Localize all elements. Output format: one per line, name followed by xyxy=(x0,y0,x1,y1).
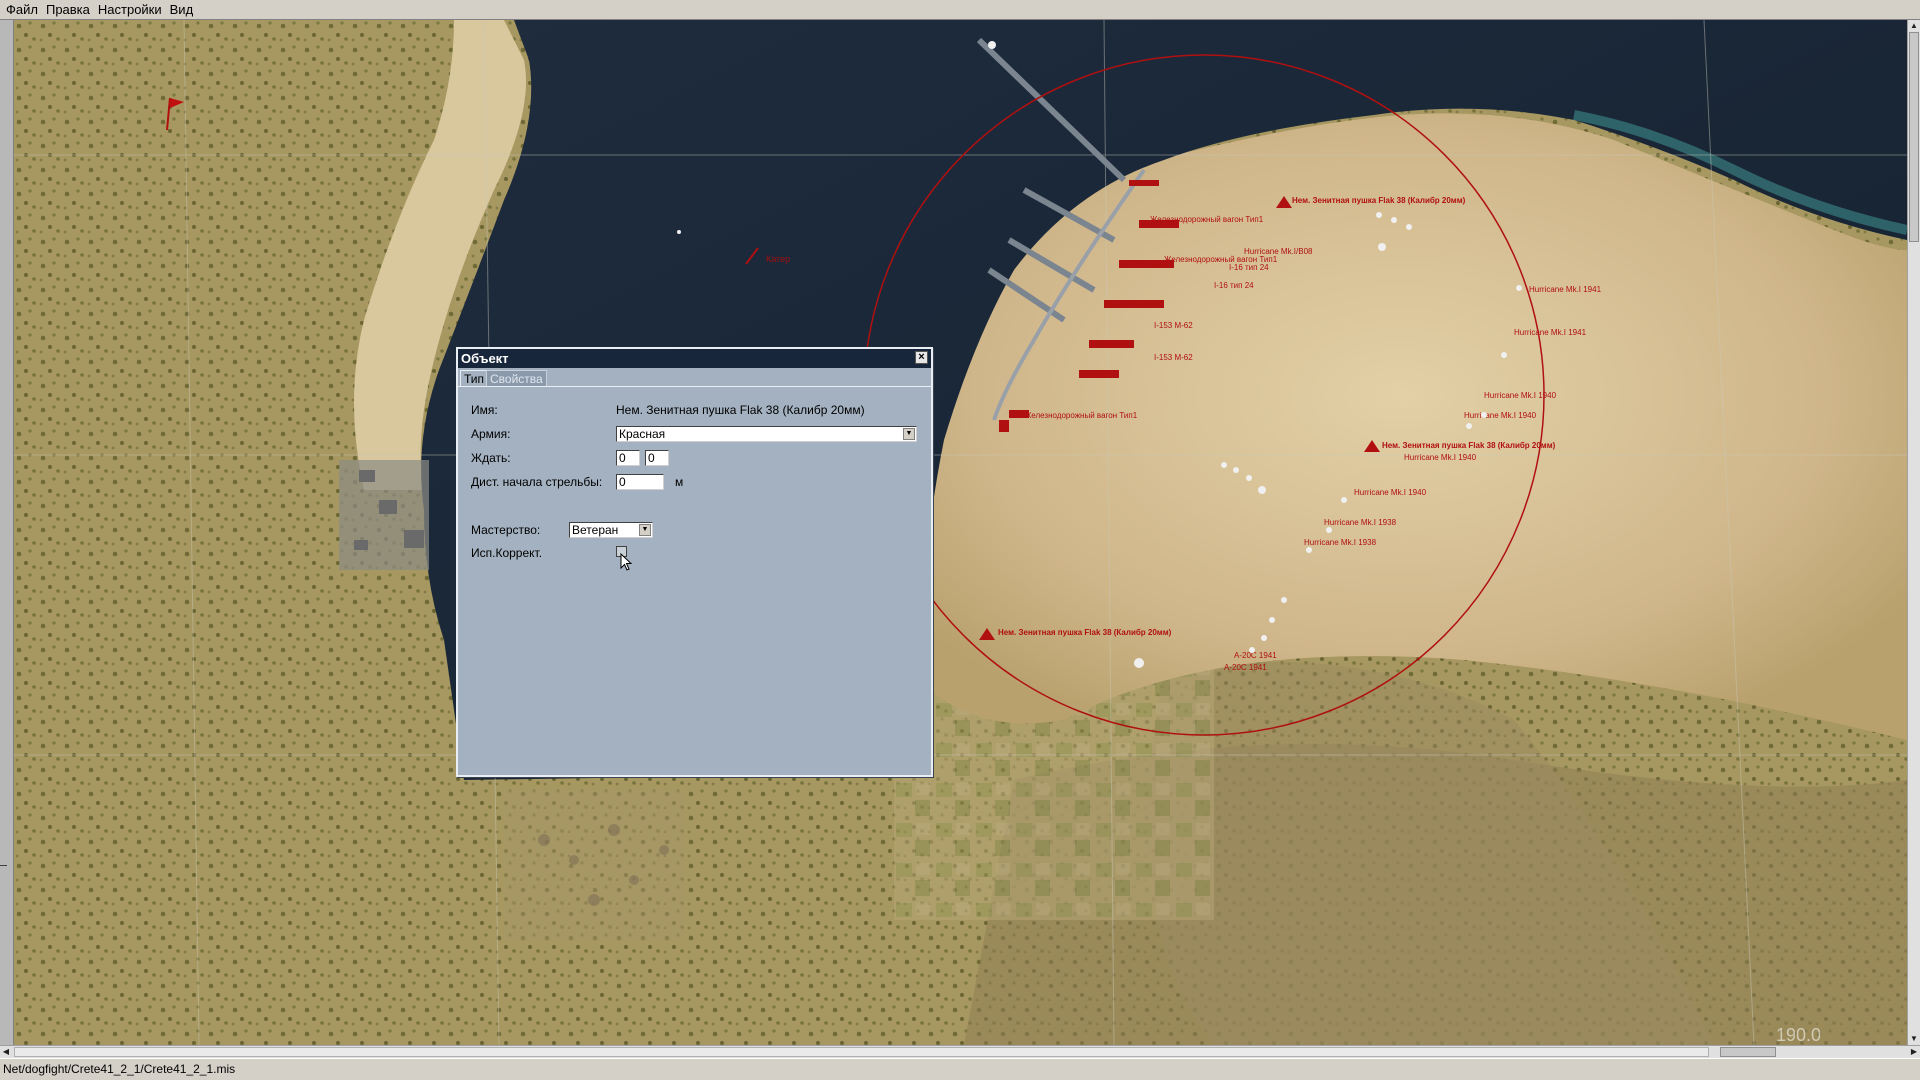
svg-text:I-16 тип 24: I-16 тип 24 xyxy=(1229,263,1269,272)
use-correct-label: Исп.Коррект. xyxy=(471,546,543,560)
army-label: Армия: xyxy=(471,427,511,441)
wait-field-2[interactable]: 0 xyxy=(645,450,669,466)
wait-field-1-value: 0 xyxy=(619,451,626,465)
scroll-right-icon[interactable]: ▶ xyxy=(1908,1046,1920,1058)
menu-file[interactable]: Файл xyxy=(2,2,42,17)
name-value: Нем. Зенитная пушка Flak 38 (Калибр 20мм… xyxy=(616,403,865,417)
svg-text:Нем. Зенитная пушка Flak 38 (К: Нем. Зенитная пушка Flak 38 (Калибр 20мм… xyxy=(998,628,1172,637)
svg-text:Hurricane Mk.I 1940: Hurricane Mk.I 1940 xyxy=(1464,411,1537,420)
menu-settings[interactable]: Настройки xyxy=(94,2,166,17)
army-select-value: Красная xyxy=(619,427,666,441)
fire-distance-unit: м xyxy=(675,475,684,489)
svg-text:Нем. Зенитная пушка Flak 38 (К: Нем. Зенитная пушка Flak 38 (Калибр 20мм… xyxy=(1382,441,1556,450)
mouse-cursor-icon xyxy=(620,553,633,571)
map-scale-value: 190.0 xyxy=(1776,1025,1822,1045)
menu-view[interactable]: Вид xyxy=(166,2,198,17)
vertical-scroll-thumb[interactable] xyxy=(1909,32,1919,242)
wait-field-2-value: 0 xyxy=(648,451,655,465)
svg-text:Hurricane Mk.I/B08: Hurricane Mk.I/B08 xyxy=(1244,247,1313,256)
svg-text:Hurricane Mk.I 1940: Hurricane Mk.I 1940 xyxy=(1484,391,1557,400)
dialog-titlebar[interactable]: Объект × xyxy=(458,349,931,368)
svg-text:I-153 M-62: I-153 M-62 xyxy=(1154,321,1193,330)
chevron-down-icon[interactable]: ▼ xyxy=(903,428,915,440)
south-village xyxy=(504,790,684,940)
wait-field-1[interactable]: 0 xyxy=(616,450,640,466)
chevron-down-icon[interactable]: ▼ xyxy=(639,524,651,536)
map-canvas[interactable]: Катер Нем. Зенитная пушка Flak 38 (Калиб… xyxy=(14,20,1907,1045)
svg-text:Железнодорожный вагон Тип1: Железнодорожный вагон Тип1 xyxy=(1024,411,1138,420)
horizontal-scroll-thumb[interactable] xyxy=(1720,1047,1776,1057)
wait-label: Ждать: xyxy=(471,451,511,465)
mission-path: Net/dogfight/Crete41_2_1/Crete41_2_1.mis xyxy=(3,1062,236,1076)
svg-text:I-16 тип 24: I-16 тип 24 xyxy=(1214,281,1254,290)
dialog-tabs: Тип Свойства xyxy=(458,368,931,387)
status-bar: Net/dogfight/Crete41_2_1/Crete41_2_1.mis xyxy=(0,1058,1920,1080)
fire-distance-label: Дист. начала стрельбы: xyxy=(471,475,603,489)
menu-edit[interactable]: Правка xyxy=(42,2,94,17)
map-svg: Катер Нем. Зенитная пушка Flak 38 (Калиб… xyxy=(14,20,1907,1045)
svg-text:I-153 M-62: I-153 M-62 xyxy=(1154,353,1193,362)
svg-text:Железнодорожный вагон Тип1: Железнодорожный вагон Тип1 xyxy=(1150,215,1264,224)
close-icon[interactable]: × xyxy=(915,351,928,364)
svg-text:Hurricane Mk.I 1938: Hurricane Mk.I 1938 xyxy=(1304,538,1377,547)
boat-label: Катер xyxy=(766,254,790,264)
svg-text:Нем. Зенитная пушка Flak 38 (К: Нем. Зенитная пушка Flak 38 (Калибр 20мм… xyxy=(1292,196,1466,205)
tab-properties[interactable]: Свойства xyxy=(486,370,547,386)
svg-text:Hurricane Mk.I 1938: Hurricane Mk.I 1938 xyxy=(1324,518,1397,527)
scroll-up-icon[interactable]: ▲ xyxy=(1908,20,1920,32)
svg-text:Hurricane Mk.I 1941: Hurricane Mk.I 1941 xyxy=(1529,285,1602,294)
vertical-scrollbar[interactable]: ▲ ▼ xyxy=(1907,20,1920,1045)
svg-text:Hurricane Mk.I 1940: Hurricane Mk.I 1940 xyxy=(1354,488,1427,497)
scroll-left-icon[interactable]: ◀ xyxy=(0,1046,12,1058)
left-ruler xyxy=(0,20,14,1045)
ruler-tick xyxy=(0,865,7,866)
horizontal-scrollbar[interactable]: ◀ ▶ xyxy=(0,1045,1920,1058)
svg-text:A-20C 1941: A-20C 1941 xyxy=(1224,663,1267,672)
object-dialog: Объект × Тип Свойства Имя: Нем. Зенитная… xyxy=(456,347,933,777)
menu-bar: Файл Правка Настройки Вид xyxy=(0,0,1920,20)
fire-distance-field[interactable]: 0 xyxy=(616,474,664,490)
tab-type[interactable]: Тип xyxy=(460,370,489,386)
dialog-title: Объект xyxy=(461,351,509,366)
svg-text:A-20C 1941: A-20C 1941 xyxy=(1234,651,1277,660)
horizontal-scroll-track-fill xyxy=(14,1047,1709,1057)
name-label: Имя: xyxy=(471,403,498,417)
skill-label: Мастерство: xyxy=(471,523,541,537)
scroll-down-icon[interactable]: ▼ xyxy=(1908,1033,1920,1045)
skill-select[interactable]: Ветеран ▼ xyxy=(569,522,653,538)
skill-select-value: Ветеран xyxy=(572,523,619,537)
army-select[interactable]: Красная ▼ xyxy=(616,426,917,442)
west-village xyxy=(339,460,429,570)
fire-distance-value: 0 xyxy=(619,475,626,489)
svg-text:Hurricane Mk.I 1940: Hurricane Mk.I 1940 xyxy=(1404,453,1477,462)
svg-text:Hurricane Mk.I 1941: Hurricane Mk.I 1941 xyxy=(1514,328,1587,337)
